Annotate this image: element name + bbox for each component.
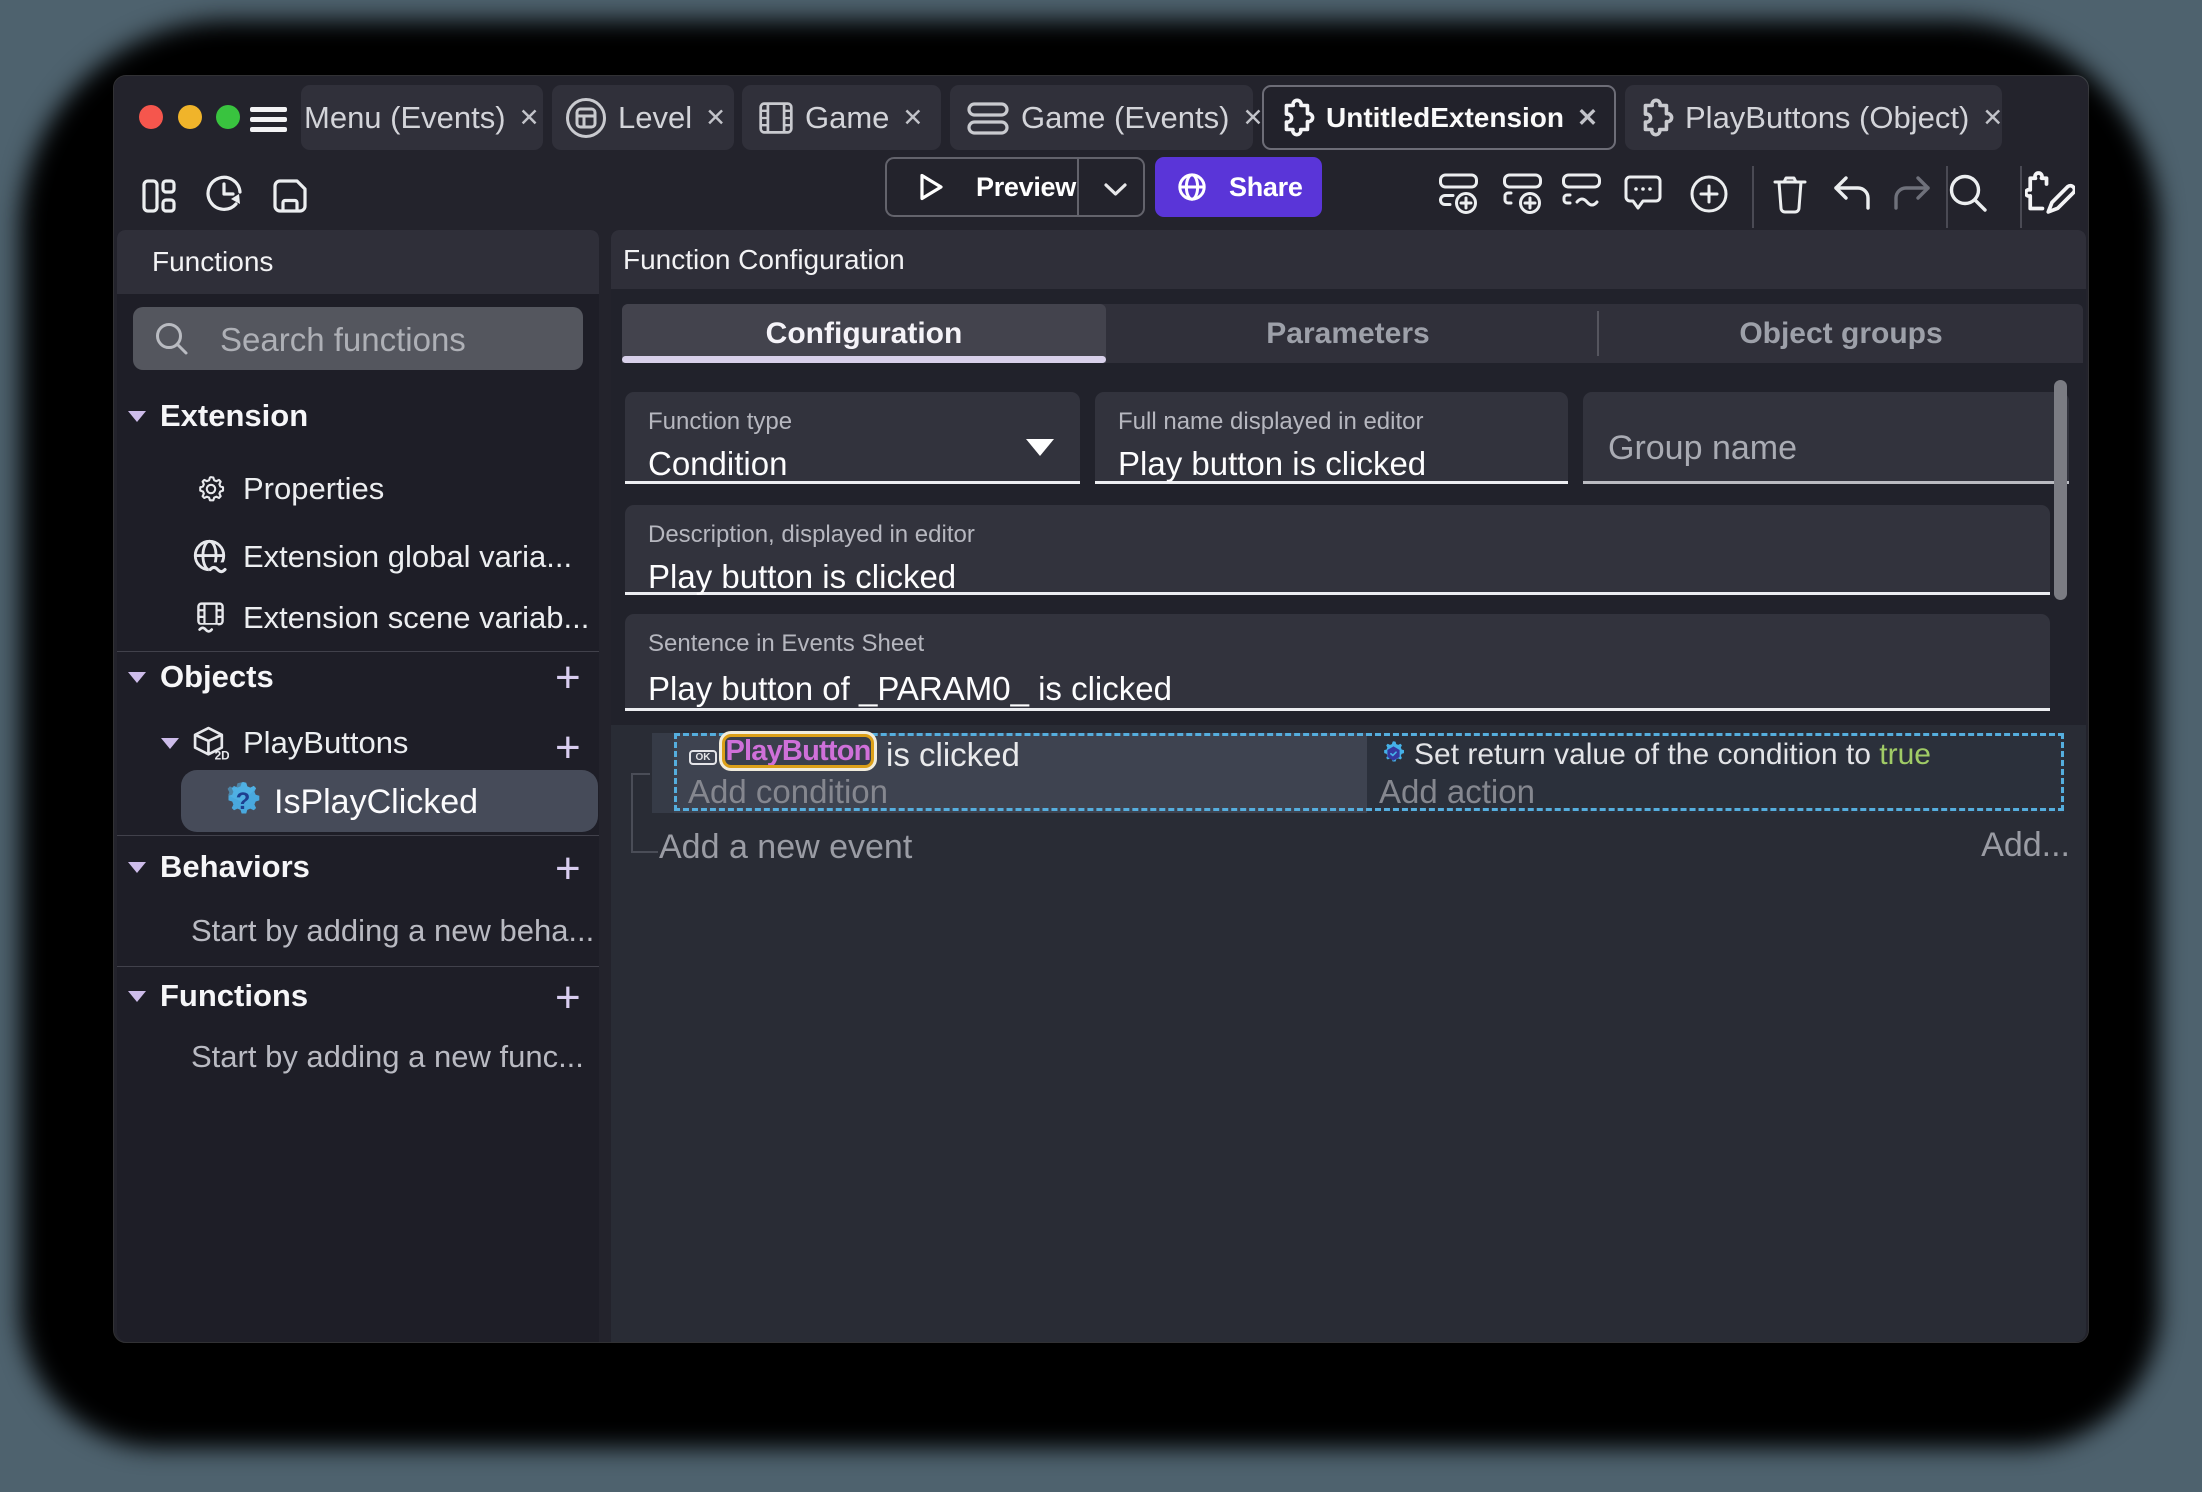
svg-text:?: ? [236,788,251,815]
svg-text:2D: 2D [215,748,229,761]
